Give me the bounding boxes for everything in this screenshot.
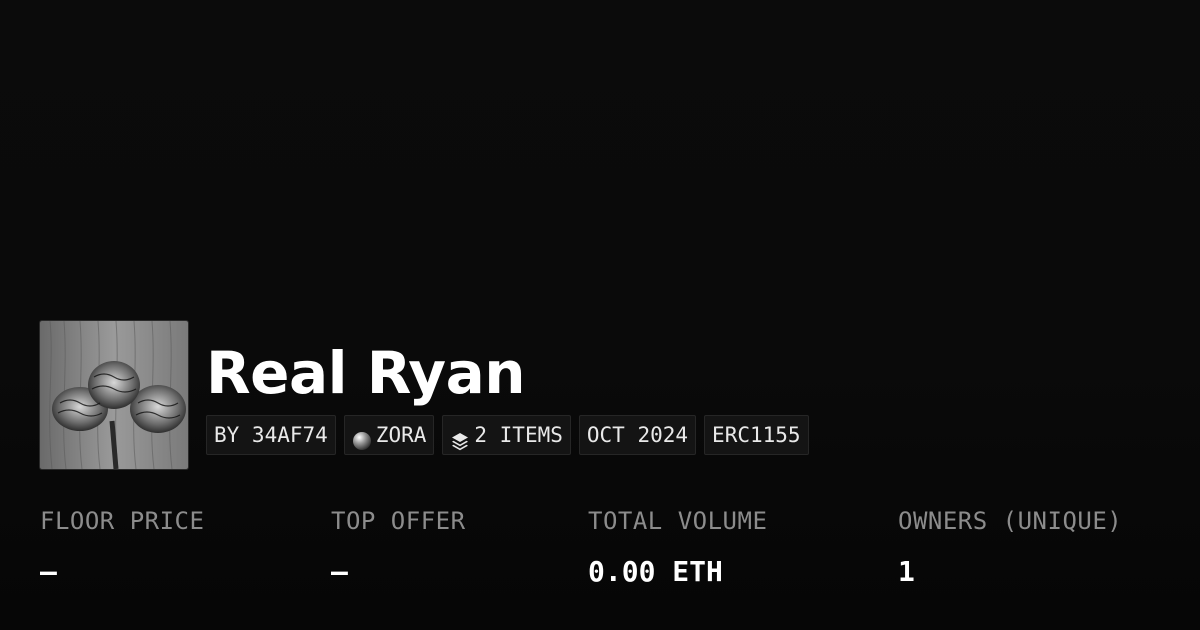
stat-value: — <box>331 555 348 588</box>
stat-value: 1 <box>898 555 915 588</box>
stat-label: FLOOR PRICE <box>40 507 205 535</box>
token-standard-chip-label: ERC1155 <box>712 423 801 447</box>
network-chip-label: ZORA <box>375 423 427 447</box>
stat-owners-unique: OWNERS (UNIQUE) 1 <box>898 504 1122 590</box>
collection-title: Real Ryan <box>206 339 526 407</box>
stat-top-offer: TOP OFFER — <box>331 504 466 590</box>
creator-chip-label: BY 34AF74 <box>214 423 328 447</box>
items-count-chip-label: 2 ITEMS <box>474 423 563 447</box>
stat-value: 0.00 ETH <box>588 555 723 588</box>
created-date-chip-label: OCT 2024 <box>586 423 689 447</box>
stat-label: TOTAL VOLUME <box>588 507 768 535</box>
stat-floor-price: FLOOR PRICE — <box>40 504 204 590</box>
stat-value: — <box>40 555 57 588</box>
network-chip[interactable]: ZORA <box>343 415 435 455</box>
zora-orb-icon <box>352 425 372 450</box>
items-count-chip[interactable]: 2 ITEMS <box>442 415 571 455</box>
creator-chip[interactable]: BY 34AF74 <box>206 415 336 455</box>
token-standard-chip: ERC1155 <box>704 415 809 455</box>
collection-meta-chips: BY 34AF74 ZORA 2 ITEMS OCT 2024 ERC1155 <box>206 415 809 455</box>
og-card: Real Ryan BY 34AF74 ZORA 2 ITEMS OCT 202… <box>0 0 1200 630</box>
pinecone-photo-icon <box>40 321 188 469</box>
stat-label: OWNERS (UNIQUE) <box>898 507 1123 535</box>
stat-label: TOP OFFER <box>331 507 466 535</box>
layers-icon <box>450 425 470 451</box>
collection-thumbnail <box>40 321 188 469</box>
created-date-chip: OCT 2024 <box>578 415 697 455</box>
stat-total-volume: TOTAL VOLUME 0.00 ETH <box>588 504 767 590</box>
